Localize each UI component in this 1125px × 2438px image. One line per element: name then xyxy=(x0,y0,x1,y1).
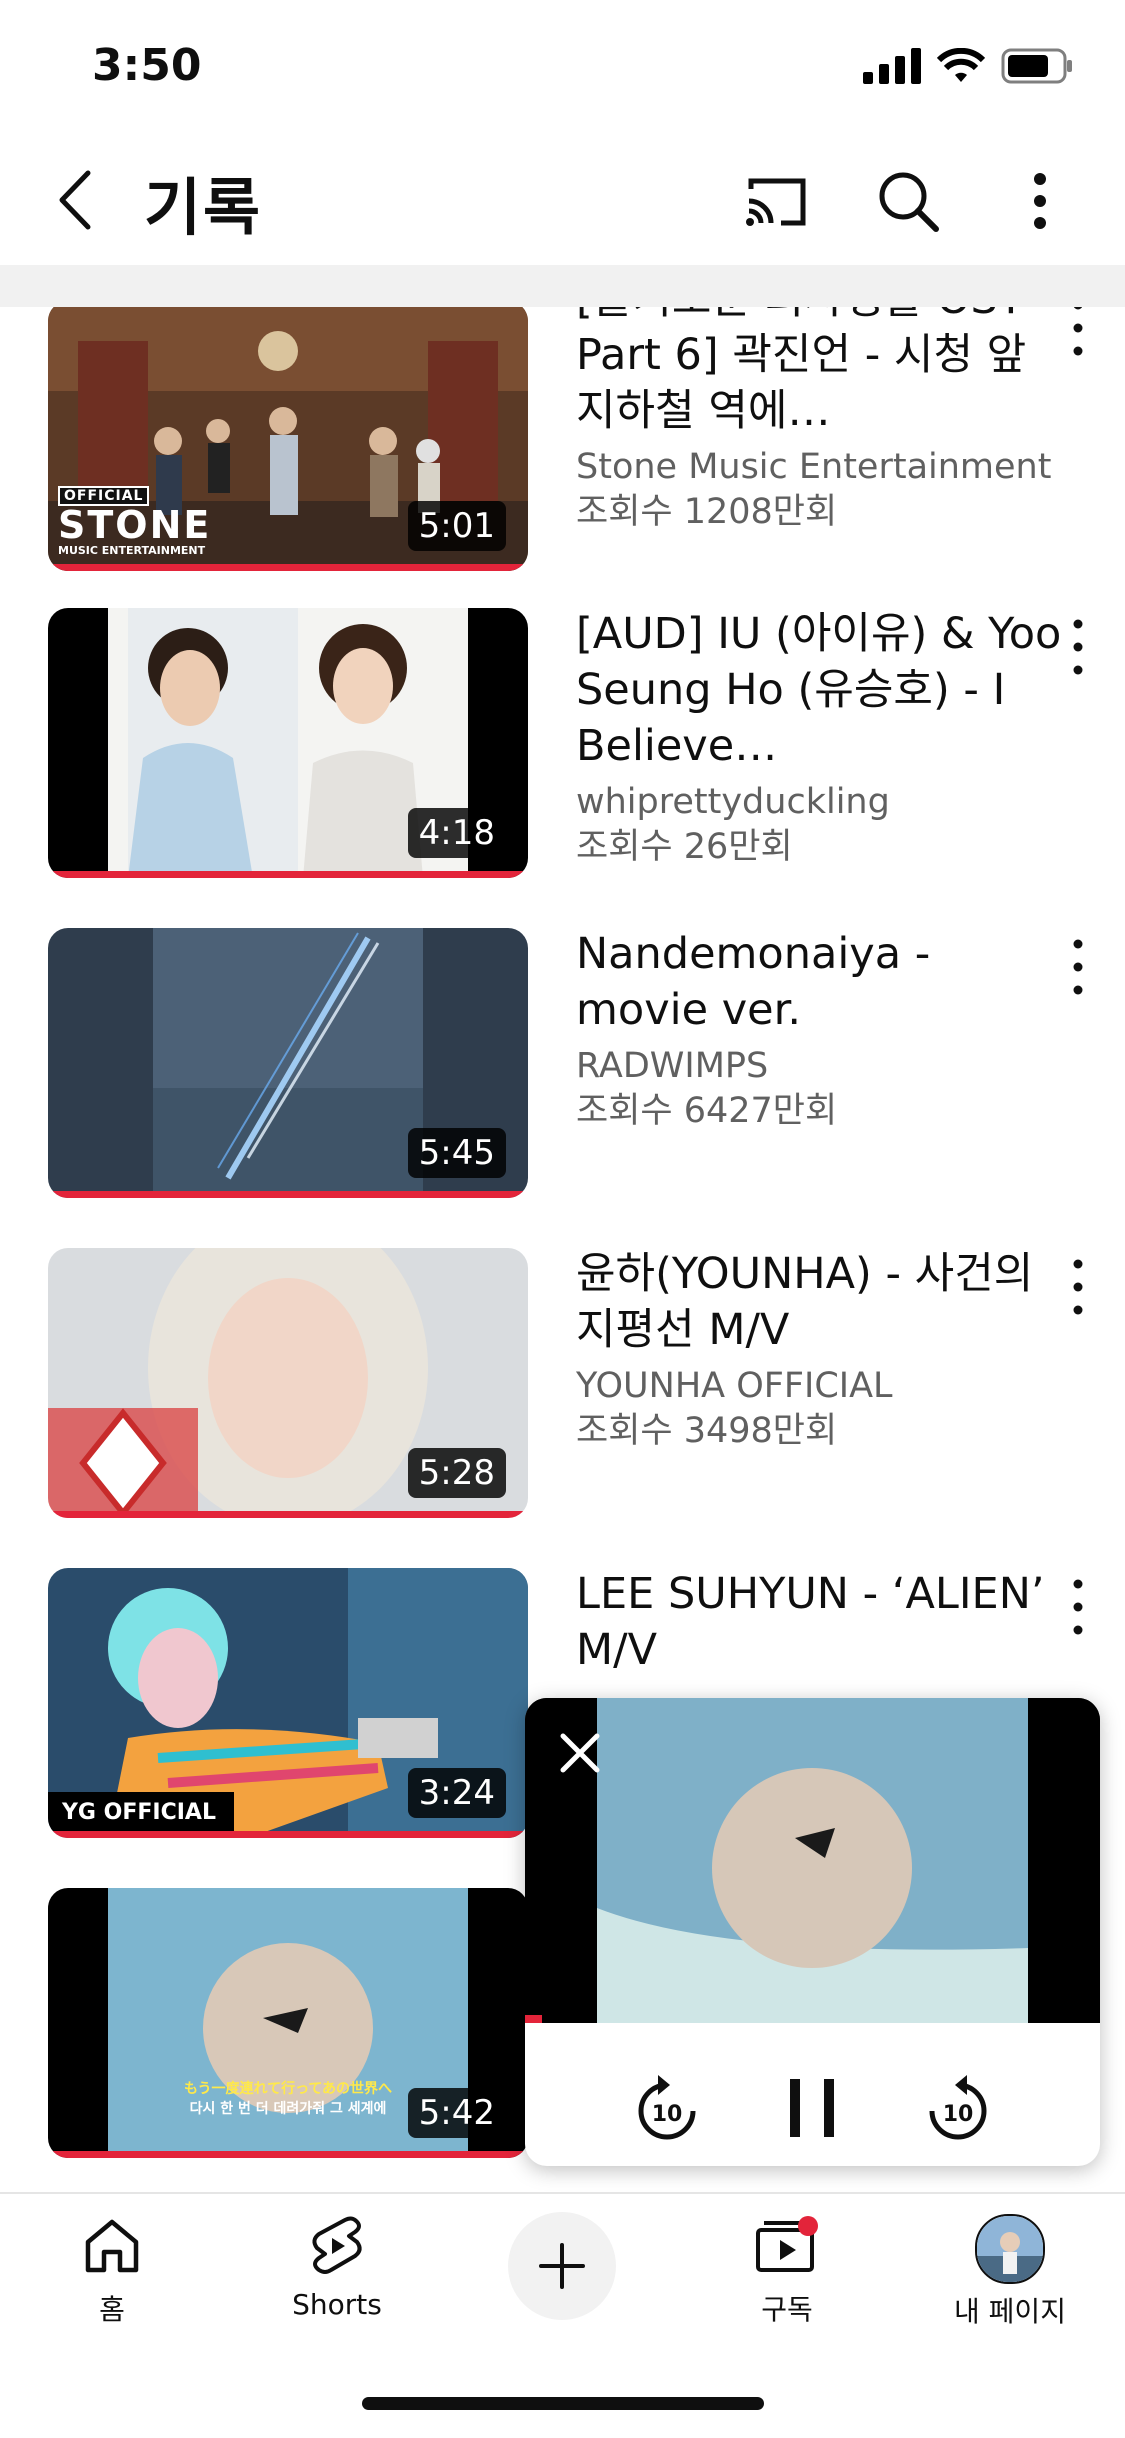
pause-icon xyxy=(790,2079,834,2137)
video-info[interactable]: [슬기로운 의사생활 OST Part 6] 곽진언 - 시청 앞 지하철 역에… xyxy=(576,307,1066,535)
avatar xyxy=(975,2214,1045,2284)
battery-icon xyxy=(1001,48,1072,84)
video-duration: 5:45 xyxy=(407,1128,506,1178)
video-item[interactable]: 5:45 Nandemonaiya - movie ver. RADWIMPS … xyxy=(0,928,1125,1198)
home-indicator xyxy=(362,2397,764,2410)
video-more-icon[interactable] xyxy=(1061,307,1095,363)
video-more-icon[interactable] xyxy=(1061,1572,1095,1642)
video-views: 조회수 1208만회 xyxy=(576,492,838,532)
nav-label: 홈 xyxy=(99,2293,125,2326)
video-title[interactable]: [AUD] IU (아이유) & Yoo Seung Ho (유승호) - I … xyxy=(576,606,1066,774)
status-bar: 3:50 xyxy=(0,0,1125,135)
video-title[interactable]: 윤하(YOUNHA) - 사건의 지평선 M/V xyxy=(576,1246,1066,1358)
wifi-icon xyxy=(937,48,985,82)
video-info[interactable]: [AUD] IU (아이유) & Yoo Seung Ho (유승호) - I … xyxy=(576,606,1066,870)
video-info[interactable]: Nandemonaiya - movie ver. RADWIMPS 조회수 6… xyxy=(576,926,1066,1134)
mini-player-progress xyxy=(525,2015,543,2023)
svg-text:10: 10 xyxy=(943,2102,974,2127)
video-title[interactable]: LEE SUHYUN - ‘ALIEN’ M/V xyxy=(576,1566,1066,1678)
video-channel[interactable]: whiprettyduckling xyxy=(576,780,1066,825)
video-title[interactable]: [슬기로운 의사생활 OST Part 6] 곽진언 - 시청 앞 지하철 역에… xyxy=(576,307,1066,439)
video-more-icon[interactable] xyxy=(1061,1252,1095,1322)
back-arrow-icon xyxy=(59,170,91,230)
video-channel[interactable]: YOUNHA OFFICIAL xyxy=(576,1364,1066,1409)
watch-progress-bar xyxy=(48,1191,528,1198)
subscriptions-icon xyxy=(756,2216,818,2272)
page-title: 기록 xyxy=(144,171,263,244)
search-button[interactable] xyxy=(872,165,944,237)
nav-label: Shorts xyxy=(292,2288,382,2321)
video-views: 조회수 26만회 xyxy=(576,827,793,867)
video-duration: 5:42 xyxy=(407,2088,506,2138)
watch-progress-bar xyxy=(48,2151,528,2158)
shorts-icon xyxy=(312,2216,362,2274)
subtitle-overlay: もう一度連れて行ってあの世界へ 다시 한 번 더 데려가줘 그 세계에 xyxy=(183,2081,393,2117)
video-channel[interactable]: RADWIMPS xyxy=(576,1044,1066,1089)
mini-player[interactable]: 10 10 xyxy=(525,1698,1100,2166)
video-thumbnail[interactable]: 5:45 xyxy=(48,928,528,1198)
mini-player-video[interactable] xyxy=(525,1698,1100,2023)
status-icons xyxy=(863,48,1073,84)
more-vertical-icon xyxy=(1034,173,1046,229)
app-header: 기록 xyxy=(0,135,1125,265)
pause-button[interactable] xyxy=(767,2063,857,2153)
video-thumbnail[interactable]: もう一度連れて行ってあの世界へ 다시 한 번 더 데려가줘 그 세계에 5:42 xyxy=(48,1888,528,2158)
video-views: 조회수 3498만회 xyxy=(576,1411,838,1451)
video-duration: 5:28 xyxy=(407,1448,506,1498)
close-icon[interactable] xyxy=(555,1728,605,1778)
video-info[interactable]: 윤하(YOUNHA) - 사건의 지평선 M/V YOUNHA OFFICIAL… xyxy=(576,1246,1066,1454)
video-more-icon[interactable] xyxy=(1061,932,1095,1002)
header-divider xyxy=(0,265,1125,307)
video-item[interactable]: OFFICIAL STONE MUSIC ENTERTAINMENT 5:01 … xyxy=(0,307,1125,577)
video-views: 조회수 6427만회 xyxy=(576,1091,838,1131)
video-thumbnail[interactable]: 5:28 xyxy=(48,1248,528,1518)
nav-subscriptions[interactable]: 구독 xyxy=(707,2214,867,2328)
forward-10-icon: 10 xyxy=(929,2075,987,2140)
video-thumbnail[interactable]: YG OFFICIAL 3:24 xyxy=(48,1568,528,1838)
video-item[interactable]: 4:18 [AUD] IU (아이유) & Yoo Seung Ho (유승호)… xyxy=(0,608,1125,878)
more-options-button[interactable] xyxy=(1004,165,1076,237)
nav-label: 구독 xyxy=(761,2293,813,2326)
replay-10-icon: 10 xyxy=(638,2075,696,2140)
watch-progress-bar xyxy=(48,1831,528,1838)
video-info[interactable]: LEE SUHYUN - ‘ALIEN’ M/V xyxy=(576,1566,1066,1684)
back-button[interactable] xyxy=(44,165,114,235)
cast-button[interactable] xyxy=(740,165,812,237)
search-icon xyxy=(879,172,939,232)
video-thumbnail[interactable]: 4:18 xyxy=(48,608,528,878)
nav-create[interactable] xyxy=(482,2212,642,2320)
video-title[interactable]: Nandemonaiya - movie ver. xyxy=(576,926,1066,1038)
home-icon xyxy=(85,2219,139,2273)
video-duration: 3:24 xyxy=(407,1768,506,1818)
status-time: 3:50 xyxy=(92,40,202,91)
create-button[interactable] xyxy=(508,2212,616,2320)
video-duration: 4:18 xyxy=(407,808,506,858)
video-channel[interactable]: Stone Music Entertainment xyxy=(576,445,1066,490)
video-thumbnail[interactable]: OFFICIAL STONE MUSIC ENTERTAINMENT 5:01 xyxy=(48,307,528,571)
nav-my-page[interactable]: 내 페이지 xyxy=(930,2214,1090,2330)
create-icon xyxy=(539,2243,585,2289)
yg-official-badge: YG OFFICIAL xyxy=(48,1792,234,1831)
watch-progress-bar xyxy=(48,871,528,878)
nav-label: 내 페이지 xyxy=(954,2295,1066,2328)
video-more-icon[interactable] xyxy=(1061,612,1095,682)
nav-shorts[interactable]: Shorts xyxy=(257,2214,417,2321)
nav-home[interactable]: 홈 xyxy=(32,2214,192,2328)
watch-progress-bar xyxy=(48,1511,528,1518)
rewind-10-button[interactable]: 10 xyxy=(622,2063,712,2153)
video-duration: 5:01 xyxy=(407,501,506,551)
video-item[interactable]: 5:28 윤하(YOUNHA) - 사건의 지평선 M/V YOUNHA OFF… xyxy=(0,1248,1125,1518)
forward-10-button[interactable]: 10 xyxy=(913,2063,1003,2153)
cast-icon xyxy=(746,178,806,226)
avatar-icon xyxy=(977,2216,1043,2282)
svg-text:10: 10 xyxy=(652,2102,683,2127)
signal-icon xyxy=(863,48,921,84)
stone-logo: OFFICIAL STONE MUSIC ENTERTAINMENT xyxy=(58,486,212,557)
watch-progress-bar xyxy=(48,564,528,571)
